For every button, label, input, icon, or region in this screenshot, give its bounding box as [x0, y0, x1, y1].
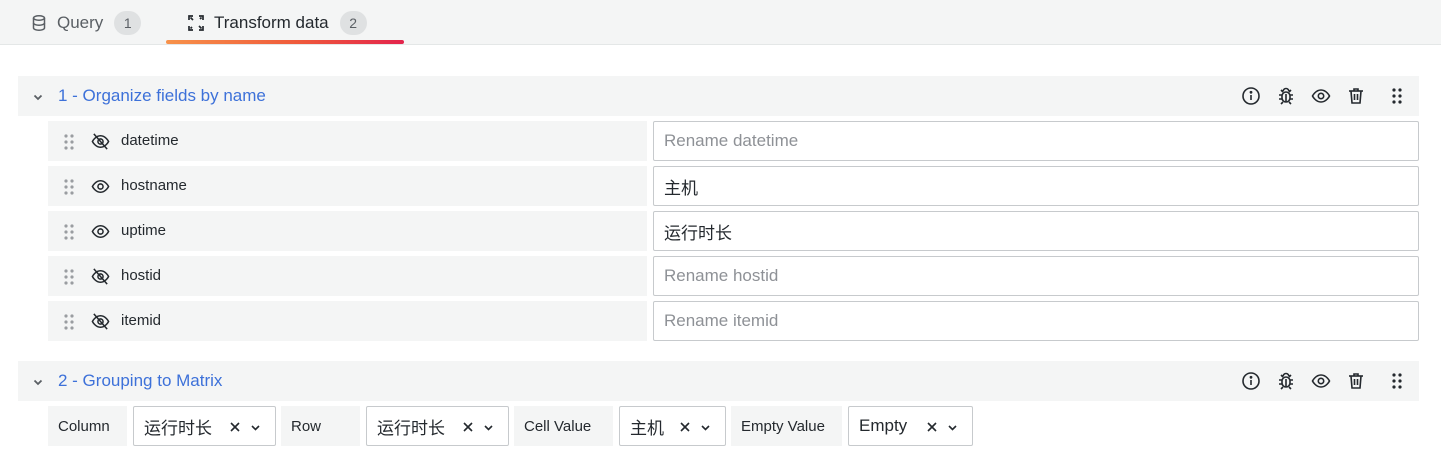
close-icon[interactable]: [462, 421, 474, 433]
drag-icon[interactable]: [1387, 371, 1407, 391]
field-row-itemid: itemid: [48, 301, 1419, 341]
field-row-datetime: datetime: [48, 121, 1419, 161]
chevron-down-icon[interactable]: [250, 422, 261, 433]
field-label-cell: itemid: [48, 301, 647, 341]
tab-query-count: 1: [114, 10, 142, 35]
rename-input-hostname[interactable]: [653, 166, 1419, 206]
tab-transform-count: 2: [339, 10, 367, 35]
editor-tab-bar: Query 1 Transform data 2: [0, 0, 1441, 45]
drag-handle-icon[interactable]: [62, 178, 76, 196]
column-select[interactable]: 运行时长: [133, 406, 276, 446]
drag-handle-icon[interactable]: [62, 313, 76, 331]
row-select-value: 运行时长: [377, 418, 445, 438]
rename-input-itemid[interactable]: [653, 301, 1419, 341]
trash-icon[interactable]: [1346, 86, 1366, 106]
tab-transform-data[interactable]: Transform data 2: [187, 0, 367, 45]
trash-icon[interactable]: [1346, 371, 1366, 391]
active-tab-indicator: [166, 40, 404, 44]
chevron-down-icon[interactable]: [31, 375, 45, 389]
empty-value-select[interactable]: Empty: [848, 406, 973, 446]
field-name: datetime: [121, 132, 179, 149]
close-icon[interactable]: [679, 421, 691, 433]
row-select[interactable]: 运行时长: [366, 406, 509, 446]
row-label: Row: [281, 406, 360, 446]
field-row-uptime: uptime: [48, 211, 1419, 251]
cell-value-select[interactable]: 主机: [619, 406, 726, 446]
column-select-value: 运行时长: [144, 418, 212, 438]
drag-handle-icon[interactable]: [62, 133, 76, 151]
rename-input-datetime[interactable]: [653, 121, 1419, 161]
empty-value-select-value: Empty: [859, 416, 908, 435]
bug-icon[interactable]: [1276, 371, 1296, 391]
tab-query-label: Query: [57, 12, 104, 32]
cell-value-select-value: 主机: [630, 418, 664, 438]
eye-slash-icon[interactable]: [91, 132, 110, 151]
transformation-title[interactable]: 1 - Organize fields by name: [58, 86, 266, 106]
transform-icon: [188, 14, 204, 31]
transformation-header-organize[interactable]: 1 - Organize fields by name: [18, 76, 1419, 116]
chevron-down-icon[interactable]: [947, 422, 958, 433]
field-label-cell: hostid: [48, 256, 647, 296]
field-name: hostid: [121, 267, 162, 284]
transformation-header-grouping[interactable]: 2 - Grouping to Matrix: [18, 361, 1419, 401]
info-icon[interactable]: [1241, 86, 1261, 106]
database-icon: [32, 14, 46, 31]
eye-icon[interactable]: [1311, 86, 1331, 106]
empty-value-label: Empty Value: [731, 406, 842, 446]
eye-slash-icon[interactable]: [91, 267, 110, 286]
chevron-down-icon[interactable]: [31, 90, 45, 104]
drag-handle-icon[interactable]: [62, 223, 76, 241]
close-icon[interactable]: [926, 421, 938, 433]
cell-value-label: Cell Value: [514, 406, 613, 446]
field-label-cell: uptime: [48, 211, 647, 251]
column-label: Column: [48, 406, 127, 446]
eye-icon[interactable]: [91, 177, 110, 196]
chevron-down-icon[interactable]: [483, 422, 494, 433]
rename-input-uptime[interactable]: [653, 211, 1419, 251]
drag-handle-icon[interactable]: [62, 268, 76, 286]
info-icon[interactable]: [1241, 371, 1261, 391]
drag-icon[interactable]: [1387, 86, 1407, 106]
field-name: hostname: [121, 177, 187, 194]
eye-icon[interactable]: [91, 222, 110, 241]
rename-input-hostid[interactable]: [653, 256, 1419, 296]
field-name: uptime: [121, 222, 167, 239]
tab-transform-label: Transform data: [214, 12, 329, 32]
chevron-down-icon[interactable]: [700, 422, 711, 433]
eye-slash-icon[interactable]: [91, 312, 110, 331]
eye-icon[interactable]: [1311, 371, 1331, 391]
tab-query[interactable]: Query 1: [30, 0, 142, 45]
close-icon[interactable]: [229, 421, 241, 433]
field-row-hostid: hostid: [48, 256, 1419, 296]
field-label-cell: hostname: [48, 166, 647, 206]
transformation-title[interactable]: 2 - Grouping to Matrix: [58, 371, 222, 391]
field-name: itemid: [121, 312, 162, 329]
field-row-hostname: hostname: [48, 166, 1419, 206]
bug-icon[interactable]: [1276, 86, 1296, 106]
field-label-cell: datetime: [48, 121, 647, 161]
